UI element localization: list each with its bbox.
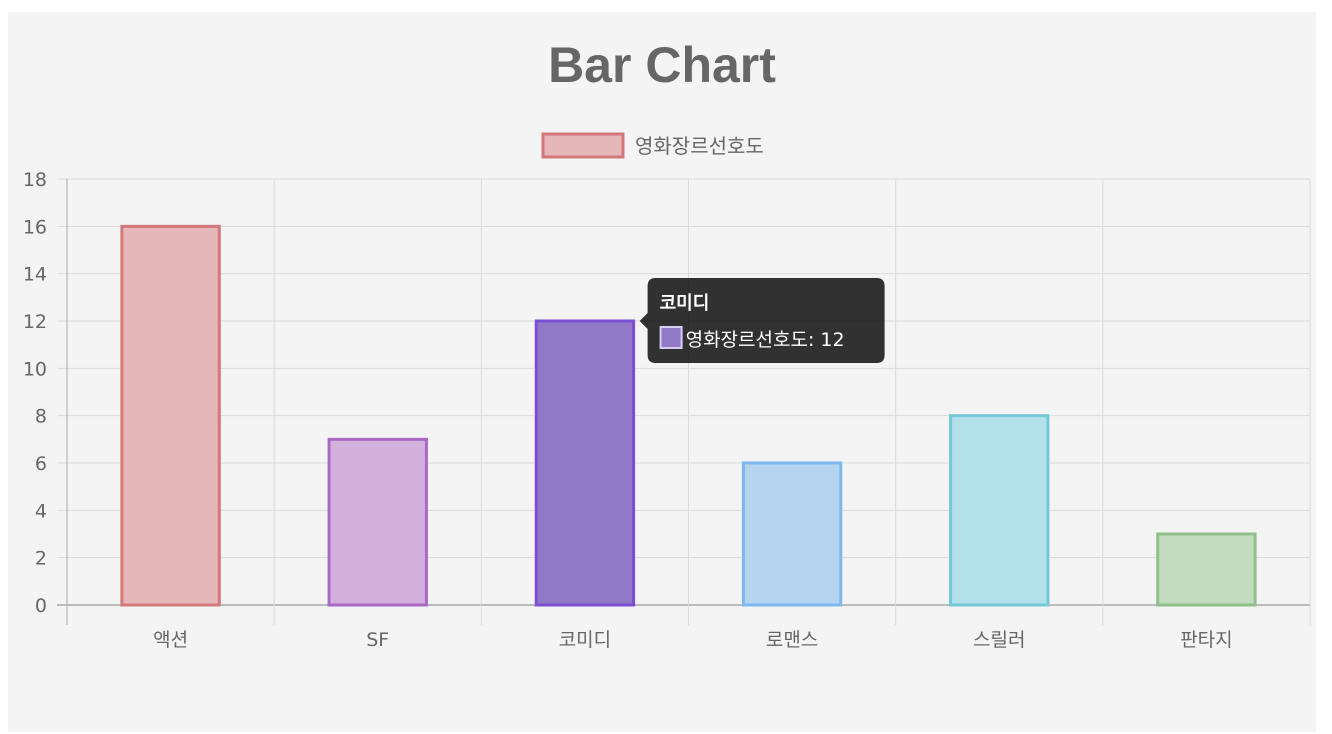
y-axis: 0 2 4 6 8 10 12 14 16 18 [23, 169, 47, 617]
y-tick-label: 2 [35, 548, 47, 570]
x-tick-label: 코미디 [559, 629, 611, 651]
bar-chart: Bar Chart 영화장르선호도 0 2 4 6 8 10 12 14 16 18 액션 SF 코미… [23, 37, 1311, 651]
tooltip: 코미디 영화장르선호도: 12 [639, 278, 885, 363]
y-tick-label: 14 [23, 264, 47, 286]
y-tick-label: 8 [35, 406, 47, 428]
bar[interactable] [949, 414, 1050, 607]
y-tick-label: 12 [23, 311, 47, 333]
legend-label: 영화장르선호도 [635, 134, 764, 158]
x-tick-label: 판타지 [1180, 629, 1232, 651]
bar[interactable] [534, 319, 636, 607]
bar[interactable] [327, 437, 428, 607]
bar[interactable] [120, 224, 221, 607]
bar[interactable] [1156, 532, 1257, 607]
x-axis: 액션 SF 코미디 로맨스 스릴러 판타지 [153, 629, 1233, 651]
y-tick-label: 18 [23, 169, 47, 191]
tooltip-swatch [659, 326, 683, 349]
chart-title: Bar Chart [548, 37, 776, 93]
x-tick-label: 액션 [153, 629, 188, 651]
legend[interactable]: 영화장르선호도 [541, 132, 764, 159]
y-tick-label: 16 [23, 216, 47, 238]
legend-swatch [541, 132, 625, 159]
tooltip-title: 코미디 [660, 293, 710, 314]
y-tick-label: 6 [35, 453, 47, 475]
y-tick-label: 4 [35, 500, 47, 522]
bar[interactable] [741, 461, 843, 607]
y-tick-label: 0 [35, 595, 47, 617]
x-tick-label: 로맨스 [766, 629, 818, 651]
y-tick-label: 10 [23, 358, 47, 380]
grid [57, 178, 1311, 625]
x-tick-label: 스릴러 [973, 629, 1025, 651]
x-tick-label: SF [366, 629, 389, 651]
tooltip-label: 영화장르선호도: 12 [686, 329, 845, 351]
